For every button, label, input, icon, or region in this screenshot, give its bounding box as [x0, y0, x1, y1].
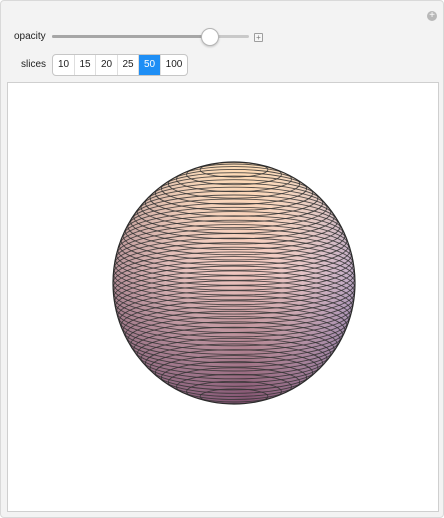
slices-setter-bar: 10 15 20 25 50 100: [52, 54, 188, 76]
slices-option-25[interactable]: 25: [118, 55, 139, 75]
sliced-sphere-plot: [112, 161, 356, 405]
slices-option-50[interactable]: 50: [139, 55, 161, 75]
slices-label: slices: [21, 59, 47, 70]
slices-option-20[interactable]: 20: [96, 55, 118, 75]
opacity-slider[interactable]: [52, 35, 249, 38]
slices-option-10[interactable]: 10: [53, 55, 75, 75]
opacity-label: opacity: [14, 31, 46, 42]
slices-option-100[interactable]: 100: [161, 55, 187, 75]
opacity-slider-fill: [52, 35, 210, 38]
opacity-slider-thumb[interactable]: [200, 28, 219, 46]
manipulate-panel: + opacity + slices 10 15 20 25 50 100: [0, 0, 444, 518]
plus-circle-icon[interactable]: +: [427, 11, 437, 21]
slices-option-15[interactable]: 15: [75, 55, 96, 75]
plus-square-icon[interactable]: +: [254, 33, 263, 42]
graphics-3d-area[interactable]: [7, 82, 439, 512]
